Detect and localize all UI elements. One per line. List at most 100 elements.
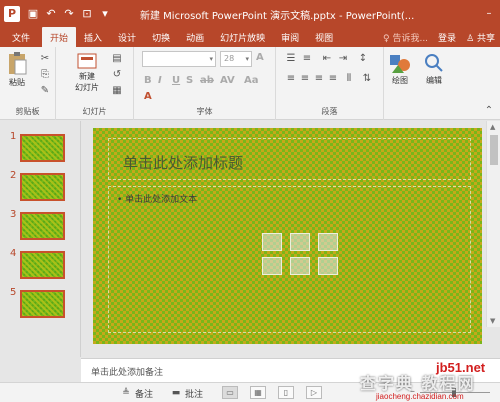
app-logo: P — [0, 0, 24, 27]
notes-toggle[interactable]: ≜ 备注 — [120, 387, 153, 400]
align-left-icon[interactable]: ≡ — [284, 73, 298, 85]
section-icon[interactable]: ▦ — [110, 85, 124, 97]
tab-slideshow[interactable]: 幻灯片放映 — [212, 27, 273, 47]
thumbnail-slide[interactable] — [20, 290, 65, 318]
insert-picture-icon[interactable] — [262, 257, 282, 275]
thumbnail-number: 2 — [10, 170, 17, 181]
current-slide[interactable]: 单击此处添加标题 • 单击此处添加文本 — [93, 128, 482, 344]
clipboard-label: 剪贴板 — [15, 107, 40, 116]
watermark-url: jiaocheng.chazidian.com — [376, 392, 464, 401]
present-icon[interactable]: ⊡ — [78, 7, 96, 20]
tab-review[interactable]: 审阅 — [273, 27, 307, 47]
editing-button[interactable]: 编辑 — [422, 51, 446, 86]
ribbon: 粘贴 ✂ ⎘ ✎ 剪贴板 新建 幻灯片 ▤ ↺ ▦ 幻灯片 ▾ 28 ▾ A B … — [0, 47, 500, 120]
columns-icon[interactable]: ⫴ — [342, 73, 356, 85]
numbering-icon[interactable]: ≡ — [300, 53, 314, 65]
strikethrough-icon[interactable]: ab — [200, 75, 214, 86]
slideshow-view-button[interactable]: ▷ — [306, 386, 322, 399]
font-color-icon[interactable]: A — [144, 91, 152, 102]
thumbnail-item[interactable]: 5 — [0, 287, 80, 319]
save-icon[interactable]: ▣ — [24, 7, 42, 20]
thumbnail-slide[interactable] — [20, 134, 65, 162]
case-icon[interactable]: Aa — [244, 75, 259, 86]
vertical-scrollbar[interactable]: ▲ ▼ — [486, 121, 500, 327]
comments-toggle[interactable]: ▬ 批注 — [170, 387, 203, 400]
italic-icon[interactable]: I — [158, 75, 162, 86]
login-link[interactable]: 登录 — [433, 31, 461, 44]
align-right-icon[interactable]: ≡ — [312, 73, 326, 85]
title-placeholder[interactable]: 单击此处添加标题 — [108, 138, 471, 180]
redo-icon[interactable]: ↷ — [60, 7, 78, 20]
share-button[interactable]: ♙ 共享 — [461, 31, 500, 44]
scroll-up-icon[interactable]: ▲ — [490, 123, 495, 131]
collapse-ribbon-icon[interactable]: ⌃ — [482, 105, 496, 117]
title-bar: P ▣ ↶ ↷ ⊡ ▾ 新建 Microsoft PowerPoint 演示文稿… — [0, 0, 500, 27]
layout-icon[interactable]: ▤ — [110, 53, 124, 65]
font-group: ▾ 28 ▾ A B I U S ab AV Aa A 字体 — [134, 47, 276, 120]
line-spacing-icon[interactable]: ↕ — [356, 53, 370, 65]
grow-font-icon[interactable]: A — [256, 52, 264, 63]
text-direction-icon[interactable]: ⇅ — [360, 73, 374, 85]
title-placeholder-text: 单击此处添加标题 — [123, 154, 244, 172]
thumbnail-item[interactable]: 3 — [0, 209, 80, 241]
notes-placeholder: 单击此处添加备注 — [91, 368, 164, 378]
thumbnail-slide[interactable] — [20, 251, 65, 279]
window-title: 新建 Microsoft PowerPoint 演示文稿.pptx - Powe… — [140, 11, 415, 22]
tab-animations[interactable]: 动画 — [178, 27, 212, 47]
body-placeholder[interactable]: • 单击此处添加文本 — [108, 186, 471, 333]
format-painter-icon[interactable]: ✎ — [38, 85, 52, 97]
bullets-icon[interactable]: ☰ — [284, 53, 298, 65]
paragraph-group-label: 段落 — [321, 107, 338, 116]
insert-table-icon[interactable] — [262, 233, 282, 251]
tab-view[interactable]: 视图 — [307, 27, 341, 47]
tab-transitions[interactable]: 切换 — [144, 27, 178, 47]
reading-view-button[interactable]: ▯ — [278, 386, 294, 399]
scroll-down-icon[interactable]: ▼ — [490, 317, 495, 325]
thumbnail-number: 4 — [10, 248, 17, 259]
justify-icon[interactable]: ≡ — [326, 73, 340, 85]
reset-icon[interactable]: ↺ — [110, 69, 124, 81]
tab-file[interactable]: 文件 — [0, 27, 42, 47]
thumbnail-item[interactable]: 1 — [0, 131, 80, 163]
scroll-thumb[interactable] — [490, 135, 498, 165]
font-size-value: 28 — [224, 54, 235, 63]
tab-home[interactable]: 开始 — [42, 27, 77, 47]
shadow-icon[interactable]: S — [186, 75, 193, 86]
insert-online-picture-icon[interactable] — [290, 257, 310, 275]
thumbnail-slide[interactable] — [20, 173, 65, 201]
new-slide-icon — [77, 53, 97, 69]
tab-insert[interactable]: 插入 — [76, 27, 110, 47]
minimize-icon[interactable]: – — [478, 8, 500, 19]
undo-icon[interactable]: ↶ — [42, 7, 60, 20]
paste-button[interactable]: 粘贴 — [6, 51, 28, 88]
tell-me-search[interactable]: ♀ 告诉我... — [378, 31, 433, 44]
normal-view-button[interactable]: ▭ — [222, 386, 238, 399]
qat-customize-icon[interactable]: ▾ — [96, 7, 114, 20]
thumbnail-item[interactable]: 2 — [0, 170, 80, 202]
comments-toggle-label: 批注 — [185, 390, 204, 400]
notes-icon: ≜ — [122, 388, 130, 398]
insert-video-icon[interactable] — [318, 257, 338, 275]
watermark-brand: 查字典 教程网 — [360, 374, 476, 393]
align-center-icon[interactable]: ≡ — [298, 73, 312, 85]
drawing-button[interactable]: 绘图 — [388, 51, 412, 86]
insert-smartart-icon[interactable] — [318, 233, 338, 251]
font-size-combo[interactable]: 28 ▾ — [220, 51, 252, 67]
font-name-combo[interactable]: ▾ — [142, 51, 216, 67]
spacing-icon[interactable]: AV — [220, 75, 235, 86]
bold-icon[interactable]: B — [144, 75, 152, 86]
decrease-indent-icon[interactable]: ⇤ — [320, 53, 334, 65]
increase-indent-icon[interactable]: ⇥ — [336, 53, 350, 65]
thumbnail-item[interactable]: 4 — [0, 248, 80, 280]
copy-icon[interactable]: ⎘ — [38, 69, 52, 81]
notes-toggle-label: 备注 — [135, 390, 154, 400]
tab-design[interactable]: 设计 — [110, 27, 144, 47]
new-slide-button[interactable]: 新建 幻灯片 — [70, 51, 104, 93]
thumbnail-slide[interactable] — [20, 212, 65, 240]
underline-icon[interactable]: U — [172, 75, 180, 86]
cut-icon[interactable]: ✂ — [38, 53, 52, 65]
insert-chart-icon[interactable] — [290, 233, 310, 251]
slide-thumbnails-pane: 1 2 3 4 5 — [0, 121, 80, 357]
drawing-label: 绘图 — [392, 76, 408, 85]
slide-sorter-button[interactable]: ▦ — [250, 386, 266, 399]
